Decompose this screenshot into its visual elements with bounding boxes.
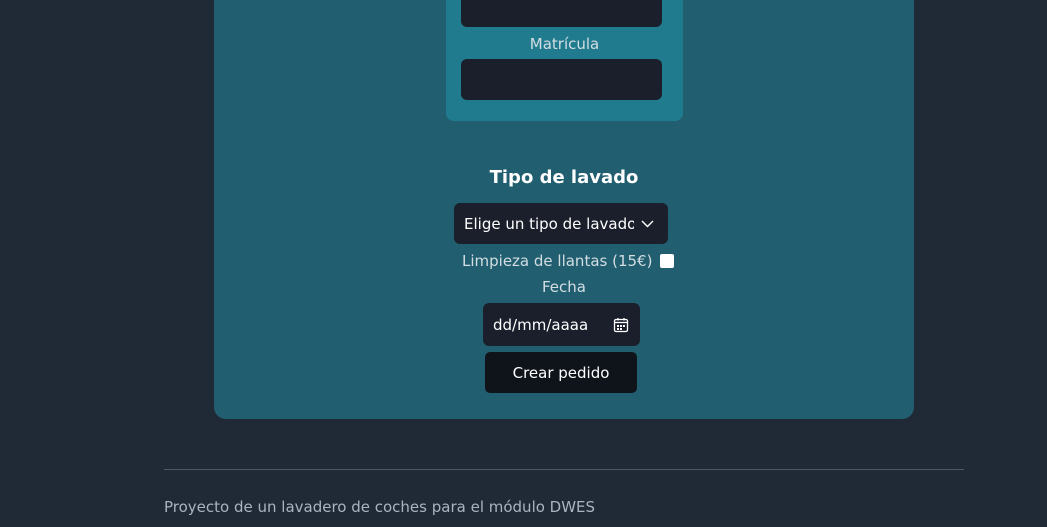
footer-text: Proyecto de un lavadero de coches para e…	[164, 498, 596, 516]
matricula-label: Matrícula	[529, 35, 600, 53]
tipo-lavado-select[interactable]: Elige un tipo de lavado...	[454, 203, 668, 244]
vehicle-text-field[interactable]	[461, 0, 662, 27]
vehicle-details-panel: Matrícula	[446, 0, 683, 121]
fecha-placeholder: dd/mm/aaaa	[493, 315, 589, 334]
fecha-label: Fecha	[542, 278, 586, 296]
tipo-lavado-selected-value: Elige un tipo de lavado...	[464, 214, 634, 233]
fecha-input[interactable]: dd/mm/aaaa	[483, 303, 640, 346]
crear-pedido-button[interactable]: Crear pedido	[485, 352, 637, 393]
limpieza-llantas-checkbox[interactable]	[660, 254, 675, 268]
matricula-input[interactable]	[461, 59, 662, 100]
tipo-lavado-title: Tipo de lavado	[489, 167, 639, 188]
footer-divider	[164, 469, 964, 470]
chevron-down-icon	[634, 220, 660, 228]
order-form-card: Matrícula Tipo de lavado Elige un tipo d…	[214, 0, 914, 419]
limpieza-llantas-row: Limpieza de llantas (15€)	[462, 252, 675, 270]
calendar-icon[interactable]	[612, 317, 630, 333]
limpieza-llantas-label: Limpieza de llantas (15€)	[462, 252, 653, 270]
page: Matrícula Tipo de lavado Elige un tipo d…	[0, 0, 1047, 527]
